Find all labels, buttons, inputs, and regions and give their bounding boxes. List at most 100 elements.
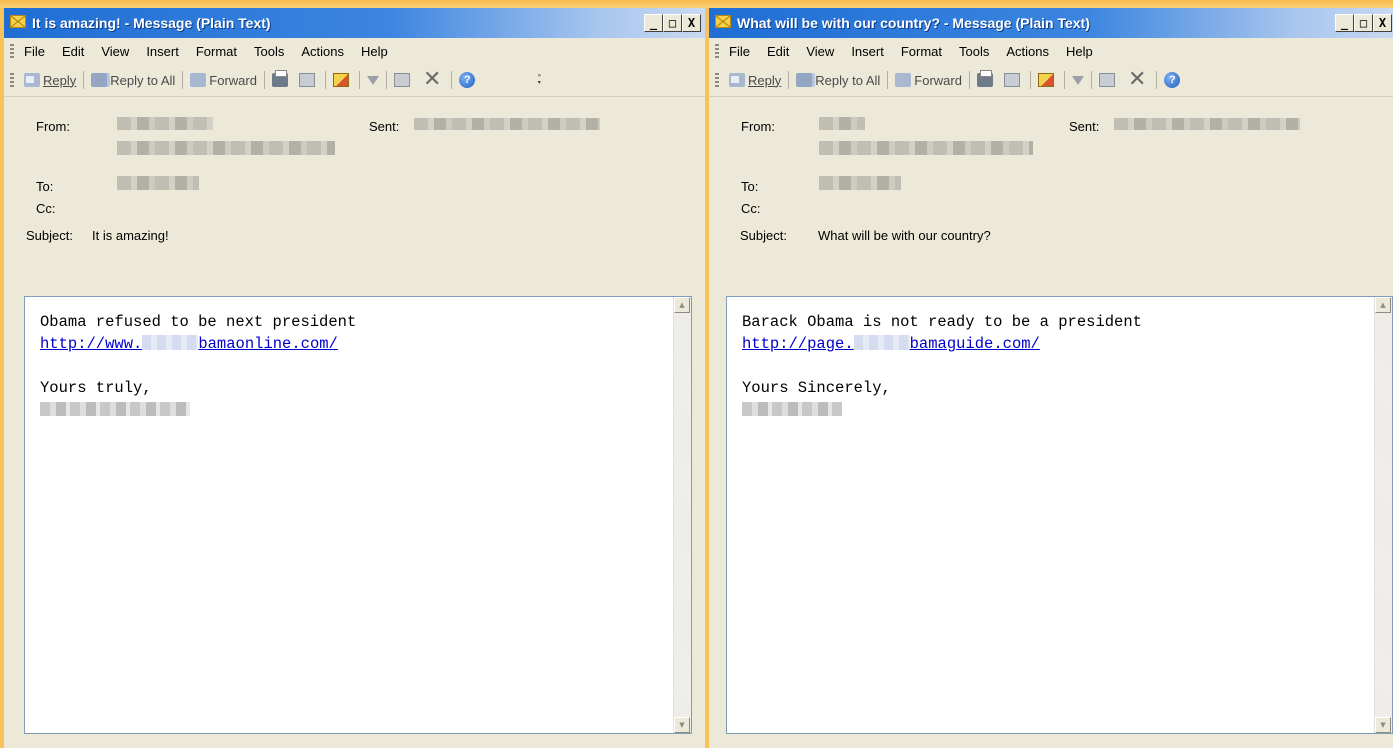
vertical-scrollbar[interactable]: ▲ ▼	[1374, 297, 1392, 733]
reply-all-button[interactable]: Reply to All	[91, 73, 175, 88]
forward-icon	[895, 73, 912, 87]
scroll-down-arrow-icon[interactable]: ▼	[1375, 717, 1391, 733]
toolbar-separator	[385, 71, 387, 89]
vertical-scrollbar[interactable]: ▲ ▼	[673, 297, 691, 733]
minimize-button[interactable]: _	[644, 14, 663, 32]
menu-insert[interactable]: Insert	[146, 44, 179, 59]
cc-label: Cc:	[741, 201, 761, 216]
reply-label: Reply	[43, 72, 77, 88]
menu-view[interactable]: View	[806, 44, 834, 59]
scroll-up-arrow-icon[interactable]: ▲	[674, 297, 690, 313]
printer-icon	[976, 70, 993, 87]
from-label: From:	[741, 119, 775, 134]
redacted-sender-address	[819, 141, 1033, 155]
delete-button[interactable]: ✕	[1128, 69, 1149, 91]
reply-all-icon	[796, 73, 813, 87]
window-controls: _ □ X	[644, 14, 701, 32]
body-closing: Yours Sincerely,	[742, 379, 891, 397]
reply-button[interactable]: Reply	[729, 73, 781, 88]
filter-button[interactable]	[1071, 75, 1084, 85]
message-header: From: Sent: To: Cc: Subject: What will b…	[709, 97, 1393, 252]
maximize-button[interactable]: □	[663, 14, 682, 32]
menu-grip-icon	[715, 44, 719, 58]
menu-edit[interactable]: Edit	[62, 44, 84, 59]
help-button[interactable]: ?	[459, 72, 478, 88]
scroll-up-arrow-icon[interactable]: ▲	[1375, 297, 1391, 313]
body-line-1: Obama refused to be next president	[40, 313, 357, 331]
toolbar-grip-icon	[715, 73, 719, 87]
forward-button[interactable]: Forward	[190, 73, 257, 88]
window-controls: _ □ X	[1335, 14, 1392, 32]
body-line-1: Barack Obama is not ready to be a presid…	[742, 313, 1142, 331]
reply-button[interactable]: Reply	[24, 73, 76, 88]
copy-button[interactable]	[393, 73, 413, 87]
menu-tools[interactable]: Tools	[959, 44, 989, 59]
menu-help[interactable]: Help	[1066, 44, 1093, 59]
move-button[interactable]	[1003, 73, 1023, 87]
menu-file[interactable]: File	[729, 44, 750, 59]
title-bar[interactable]: It is amazing! - Message (Plain Text) _ …	[4, 8, 705, 38]
redacted-sender-address	[117, 141, 335, 155]
toolbar-separator	[1029, 71, 1031, 89]
move-button[interactable]	[298, 73, 318, 87]
scroll-down-arrow-icon[interactable]: ▼	[674, 717, 690, 733]
delete-x-icon: ✕	[422, 67, 442, 92]
toolbar-separator	[788, 71, 790, 89]
menu-view[interactable]: View	[101, 44, 129, 59]
redacted-link-part	[853, 335, 910, 350]
message-body-text: Barack Obama is not ready to be a presid…	[742, 311, 1142, 421]
message-body[interactable]: Barack Obama is not ready to be a presid…	[726, 296, 1393, 734]
close-button[interactable]: X	[1373, 14, 1392, 32]
menu-format[interactable]: Format	[901, 44, 942, 59]
maximize-button[interactable]: □	[1354, 14, 1373, 32]
filter-icon	[366, 75, 379, 85]
menu-format[interactable]: Format	[196, 44, 237, 59]
redacted-sent-date	[414, 118, 600, 130]
forward-button[interactable]: Forward	[895, 73, 962, 88]
body-link[interactable]: http://www. bamaonline.com/	[40, 335, 338, 353]
print-button[interactable]	[271, 70, 291, 87]
menu-actions[interactable]: Actions	[1006, 44, 1049, 59]
menu-edit[interactable]: Edit	[767, 44, 789, 59]
menu-help[interactable]: Help	[361, 44, 388, 59]
close-button[interactable]: X	[682, 14, 701, 32]
subject-value: It is amazing!	[92, 228, 169, 243]
follow-up-button[interactable]	[332, 73, 352, 87]
menu-insert[interactable]: Insert	[851, 44, 884, 59]
filter-button[interactable]	[366, 75, 379, 85]
copy-icon	[393, 73, 410, 87]
forward-icon	[190, 73, 207, 87]
help-button[interactable]: ?	[1164, 72, 1183, 88]
redacted-signature	[742, 402, 842, 416]
menu-actions[interactable]: Actions	[301, 44, 344, 59]
menu-tools[interactable]: Tools	[254, 44, 284, 59]
toolbar-overflow-chevron-icon[interactable]: » ▾	[536, 70, 542, 90]
menu-bar: File Edit View Insert Format Tools Actio…	[4, 38, 705, 64]
redacted-sender	[819, 117, 865, 130]
link-suffix: bamaonline.com/	[198, 335, 338, 353]
body-link[interactable]: http://page. bamaguide.com/	[742, 335, 1040, 353]
message-body[interactable]: Obama refused to be next president http:…	[24, 296, 692, 734]
reply-all-button[interactable]: Reply to All	[796, 73, 880, 88]
reply-label: Reply	[748, 72, 782, 88]
copy-icon	[1098, 73, 1115, 87]
window-title: What will be with our country? - Message…	[737, 15, 1090, 31]
minimize-button[interactable]: _	[1335, 14, 1354, 32]
reply-all-icon	[91, 73, 108, 87]
redacted-recipient	[117, 176, 199, 190]
title-bar[interactable]: What will be with our country? - Message…	[709, 8, 1393, 38]
forward-label: Forward	[914, 72, 962, 88]
sent-label: Sent:	[369, 119, 400, 134]
reply-icon	[729, 73, 745, 87]
delete-button[interactable]: ✕	[422, 67, 444, 92]
copy-button[interactable]	[1098, 73, 1118, 87]
message-window-right: What will be with our country? - Message…	[709, 8, 1393, 748]
to-label: To:	[741, 179, 759, 194]
follow-up-button[interactable]	[1037, 73, 1057, 87]
toolbar-separator	[451, 71, 453, 89]
print-button[interactable]	[976, 70, 996, 87]
message-body-text: Obama refused to be next president http:…	[40, 311, 356, 421]
menu-file[interactable]: File	[24, 44, 45, 59]
toolbar-separator	[324, 71, 326, 89]
subject-value: What will be with our country?	[818, 228, 991, 243]
